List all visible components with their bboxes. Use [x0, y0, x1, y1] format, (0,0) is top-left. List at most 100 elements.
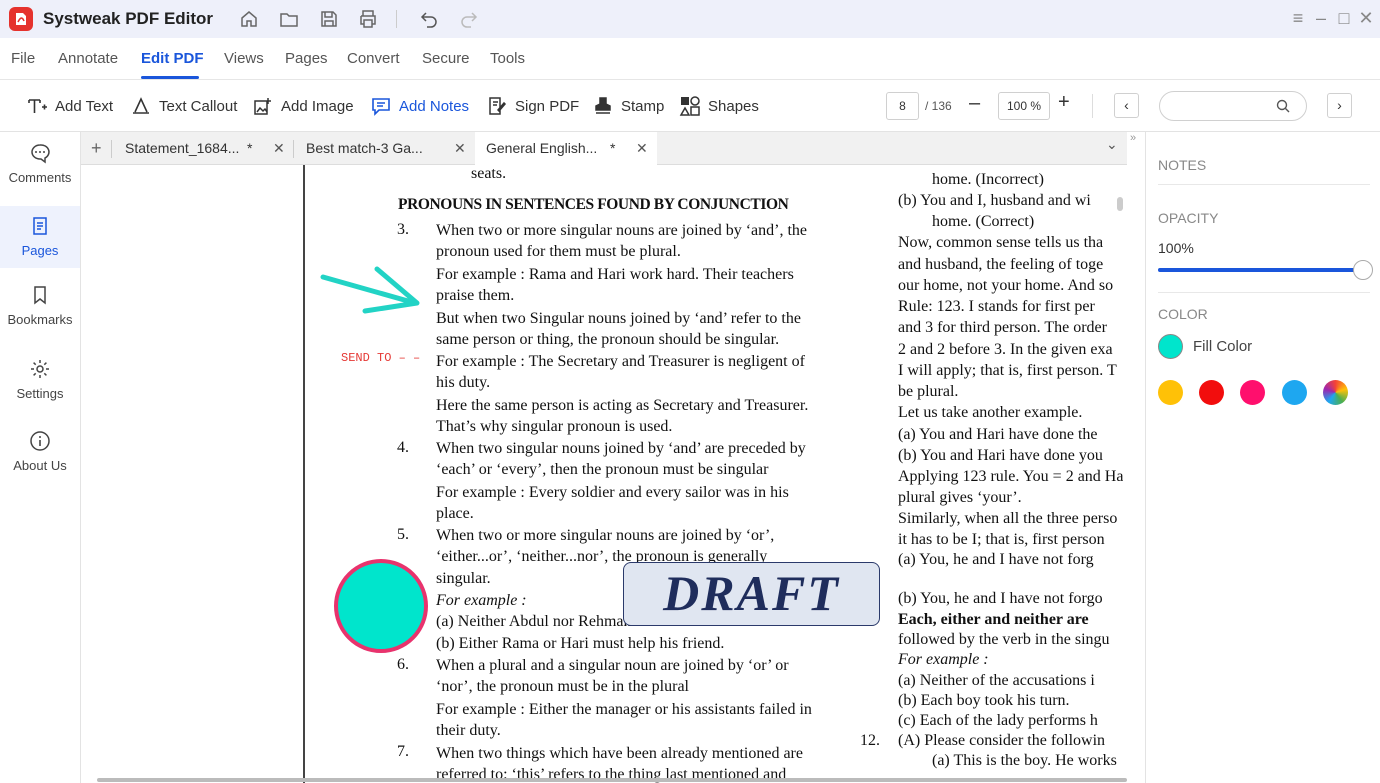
document-viewer: seats. PRONOUNS IN SENTENCES FOUND BY CON…: [81, 165, 1127, 783]
search-input[interactable]: [1159, 91, 1307, 121]
menu-convert[interactable]: Convert: [347, 50, 400, 67]
document-line: same person or thing, the pronoun should…: [436, 331, 780, 348]
undo-icon[interactable]: [418, 8, 440, 30]
pages-icon: [33, 217, 47, 235]
page-margin-line: [303, 165, 305, 783]
document-line: For example : Every soldier and every sa…: [436, 484, 789, 501]
sign-pdf-button[interactable]: Sign PDF: [486, 94, 579, 118]
document-line: When two things which have been already …: [436, 745, 803, 762]
home-icon[interactable]: [238, 8, 260, 30]
page-total-label: / 136: [925, 99, 952, 113]
divider: [1158, 292, 1370, 293]
minimize-icon[interactable]: –: [1312, 8, 1330, 28]
document-line: Each, either and neither are: [898, 611, 1089, 628]
sidebar-label-about-us: About Us: [13, 458, 67, 473]
tab-label: Best match-3 Ga...: [306, 140, 423, 156]
arrow-annotation[interactable]: [319, 265, 424, 317]
menu-pages[interactable]: Pages: [285, 50, 328, 67]
document-line: (b) You, he and I have not forgo: [898, 590, 1103, 607]
document-line: home. (Incorrect): [932, 171, 1044, 188]
bookmark-icon: [34, 286, 46, 305]
opacity-slider-thumb[interactable]: [1353, 260, 1373, 280]
item-number: 5.: [397, 526, 409, 543]
text-callout-button[interactable]: Text Callout: [130, 94, 237, 118]
sign-pdf-icon: [489, 97, 507, 115]
tab-statement[interactable]: Statement_1684... * ✕: [113, 132, 293, 165]
add-image-icon: [254, 98, 271, 115]
draft-stamp[interactable]: DRAFT: [623, 562, 880, 626]
menu-secure[interactable]: Secure: [422, 50, 470, 67]
close-icon[interactable]: ✕: [273, 132, 285, 165]
print-icon[interactable]: [357, 8, 379, 30]
send-to-annotation[interactable]: SEND TO – –: [341, 351, 420, 365]
sidebar-item-bookmarks[interactable]: Bookmarks: [0, 284, 80, 344]
page-number-input[interactable]: 8: [886, 92, 919, 120]
fill-color-swatch[interactable]: [1158, 334, 1183, 359]
edit-toolbar: Add Text Text Callout Add Image Add Note…: [0, 80, 1380, 132]
stamp-label: Stamp: [621, 97, 665, 115]
color-swatch-red[interactable]: [1199, 380, 1224, 405]
document-line: (b) You and I, husband and wi: [898, 192, 1091, 209]
document-line: For example : Rama and Hari work hard. T…: [436, 266, 794, 283]
close-icon[interactable]: ✕: [454, 132, 466, 165]
opacity-heading: OPACITY: [1158, 210, 1219, 226]
zoom-level-input[interactable]: 100 %: [998, 92, 1050, 120]
hamburger-menu-icon[interactable]: ≡: [1289, 8, 1307, 28]
app-logo-icon: [9, 7, 33, 31]
folder-icon[interactable]: [278, 8, 300, 30]
sidebar-item-settings[interactable]: Settings: [0, 358, 80, 418]
document-line: For example : Either the manager or his …: [436, 701, 812, 718]
menu-edit-pdf[interactable]: Edit PDF: [141, 50, 204, 67]
add-text-button[interactable]: Add Text: [26, 94, 113, 118]
chevron-down-icon[interactable]: ⌄: [1106, 136, 1118, 153]
add-image-button[interactable]: Add Image: [252, 94, 354, 118]
tab-best-match[interactable]: Best match-3 Ga... ✕: [294, 132, 474, 165]
maximize-icon[interactable]: □: [1335, 8, 1353, 28]
horizontal-scrollbar[interactable]: [97, 778, 1127, 782]
shapes-icon: [679, 96, 700, 116]
prev-result-button[interactable]: ‹: [1114, 93, 1139, 118]
expand-panel-icon[interactable]: »: [1130, 132, 1136, 144]
close-icon[interactable]: ✕: [636, 132, 648, 165]
zoom-in-button[interactable]: +: [1058, 91, 1070, 114]
sidebar-item-about-us[interactable]: About Us: [0, 430, 80, 490]
sidebar-item-pages[interactable]: Pages: [0, 206, 80, 268]
color-swatch-blue[interactable]: [1282, 380, 1307, 405]
save-icon[interactable]: [318, 8, 340, 30]
color-swatch-yellow[interactable]: [1158, 380, 1183, 405]
new-tab-button[interactable]: +: [91, 138, 102, 159]
shapes-button[interactable]: Shapes: [679, 94, 759, 118]
zoom-out-button[interactable]: –: [969, 92, 980, 115]
document-line: ‘each’ or ‘every’, then the pronoun must…: [436, 461, 769, 478]
document-line: For example : The Secretary and Treasure…: [436, 353, 805, 370]
tab-modified-marker: *: [610, 140, 616, 156]
sidebar-item-comments[interactable]: Comments: [0, 140, 80, 200]
circle-shape-annotation[interactable]: [334, 559, 428, 653]
properties-panel: NOTES OPACITY 100% COLOR Fill Color: [1145, 132, 1380, 783]
divider: [111, 140, 112, 158]
item-number: 7.: [397, 743, 409, 760]
stamp-button[interactable]: Stamp: [592, 94, 664, 118]
document-line: place.: [436, 505, 474, 522]
redo-icon[interactable]: [458, 8, 480, 30]
menu-views[interactable]: Views: [224, 50, 264, 67]
tab-general-english[interactable]: General English... * ✕: [475, 132, 657, 165]
close-window-icon[interactable]: ✕: [1357, 8, 1375, 28]
menu-tools[interactable]: Tools: [490, 50, 525, 67]
document-line: plural gives ‘your’.: [898, 489, 1022, 506]
menu-annotate[interactable]: Annotate: [58, 50, 118, 67]
opacity-slider-track[interactable]: [1158, 260, 1373, 280]
add-notes-button[interactable]: Add Notes: [370, 94, 469, 118]
next-result-button[interactable]: ›: [1327, 93, 1352, 118]
menu-file[interactable]: File: [11, 50, 35, 67]
document-line: PRONOUNS IN SENTENCES FOUND BY CONJUNCTI…: [398, 196, 789, 213]
color-wheel-icon[interactable]: [1323, 380, 1348, 405]
vertical-scrollbar[interactable]: [1117, 197, 1123, 211]
color-swatch-pink[interactable]: [1240, 380, 1265, 405]
add-text-label: Add Text: [55, 97, 114, 115]
document-line: I will apply; that is, first person. T: [898, 362, 1117, 379]
document-line: singular.: [436, 570, 491, 587]
notes-heading: NOTES: [1158, 157, 1207, 173]
title-bar: Systweak PDF Editor ≡ – □ ✕: [0, 0, 1380, 38]
left-sidebar: Comments Pages Bookmarks Settings About …: [0, 132, 91, 783]
